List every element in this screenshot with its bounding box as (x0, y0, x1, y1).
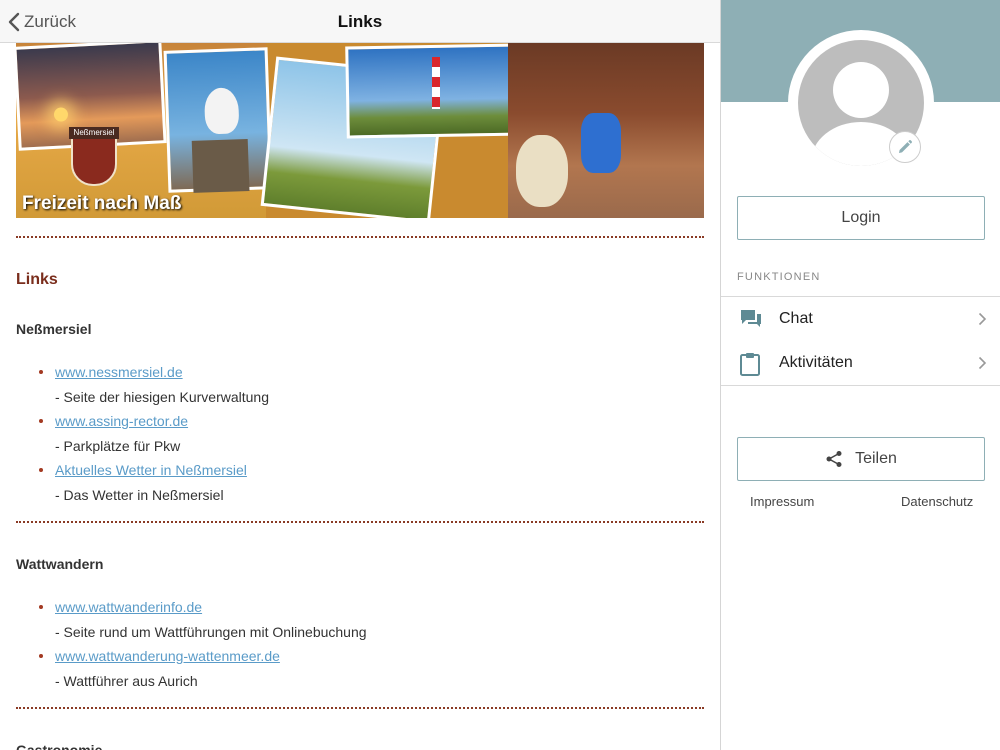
list-item: www.wattwanderung-wattenmeer.de - Wattfü… (16, 644, 704, 693)
chevron-right-icon (978, 356, 987, 370)
functions-label: FUNKTIONEN (737, 271, 821, 283)
page-heading: Links (16, 271, 58, 288)
chevron-right-icon (978, 312, 987, 326)
section-title: Wattwandern (16, 556, 104, 572)
main-pane: Zurück Links Neßmersiel Freizeit nach Ma… (0, 0, 720, 750)
share-label: Teilen (855, 450, 897, 467)
menu-item-label: Chat (779, 310, 813, 327)
section-title: Gastronomie (16, 742, 103, 750)
section-title: Neßmersiel (16, 321, 92, 337)
share-icon (826, 451, 842, 467)
divider (16, 707, 704, 709)
content: Neßmersiel Freizeit nach Maß Links Neßme… (16, 43, 704, 750)
link[interactable]: www.wattwanderinfo.de (55, 599, 202, 615)
menu-item-aktivitaeten[interactable]: Aktivitäten (721, 341, 1000, 385)
link[interactable]: www.nessmersiel.de (55, 364, 183, 380)
link-description: - Seite der hiesigen Kurverwaltung (55, 388, 270, 405)
login-button[interactable]: Login (737, 196, 985, 240)
list-item: www.assing-rector.de - Parkplätze für Pk… (16, 409, 704, 458)
link-description: - Seite rund um Wattführungen mit Online… (55, 623, 367, 640)
list-item: Aktuelles Wetter in Neßmersiel - Das Wet… (16, 458, 704, 507)
list-item: www.nessmersiel.de - Seite der hiesigen … (16, 360, 704, 409)
sidebar: Login FUNKTIONEN Chat Aktivitäten Teilen… (720, 0, 1000, 750)
page-title: Links (337, 12, 383, 31)
divider (16, 521, 704, 523)
chat-icon (741, 310, 761, 327)
functions-menu: Chat Aktivitäten (721, 296, 1000, 386)
crest-logo-text: Neßmersiel (69, 127, 119, 139)
pencil-icon (899, 140, 912, 153)
impressum-link[interactable]: Impressum (750, 494, 814, 509)
divider (16, 236, 704, 238)
link[interactable]: www.wattwanderung-wattenmeer.de (55, 648, 280, 664)
clipboard-icon (740, 353, 760, 376)
link[interactable]: Aktuelles Wetter in Neßmersiel (55, 462, 247, 478)
link[interactable]: www.assing-rector.de (55, 413, 188, 429)
datenschutz-link[interactable]: Datenschutz (901, 494, 973, 509)
share-button[interactable]: Teilen (737, 437, 985, 481)
header-banner-image: Neßmersiel Freizeit nach Maß (16, 43, 704, 218)
edit-avatar-button[interactable] (889, 131, 921, 163)
menu-item-chat[interactable]: Chat (721, 297, 1000, 341)
link-list: www.nessmersiel.de - Seite der hiesigen … (16, 360, 704, 507)
banner-tagline: Freizeit nach Maß (22, 193, 182, 214)
navbar: Zurück Links (0, 0, 720, 43)
link-description: - Wattführer aus Aurich (55, 672, 198, 689)
menu-item-label: Aktivitäten (779, 354, 853, 371)
list-item: www.wattwanderinfo.de - Seite rund um Wa… (16, 595, 704, 644)
link-description: - Das Wetter in Neßmersiel (55, 486, 224, 503)
link-list: www.wattwanderinfo.de - Seite rund um Wa… (16, 595, 704, 693)
link-description: - Parkplätze für Pkw (55, 437, 181, 454)
